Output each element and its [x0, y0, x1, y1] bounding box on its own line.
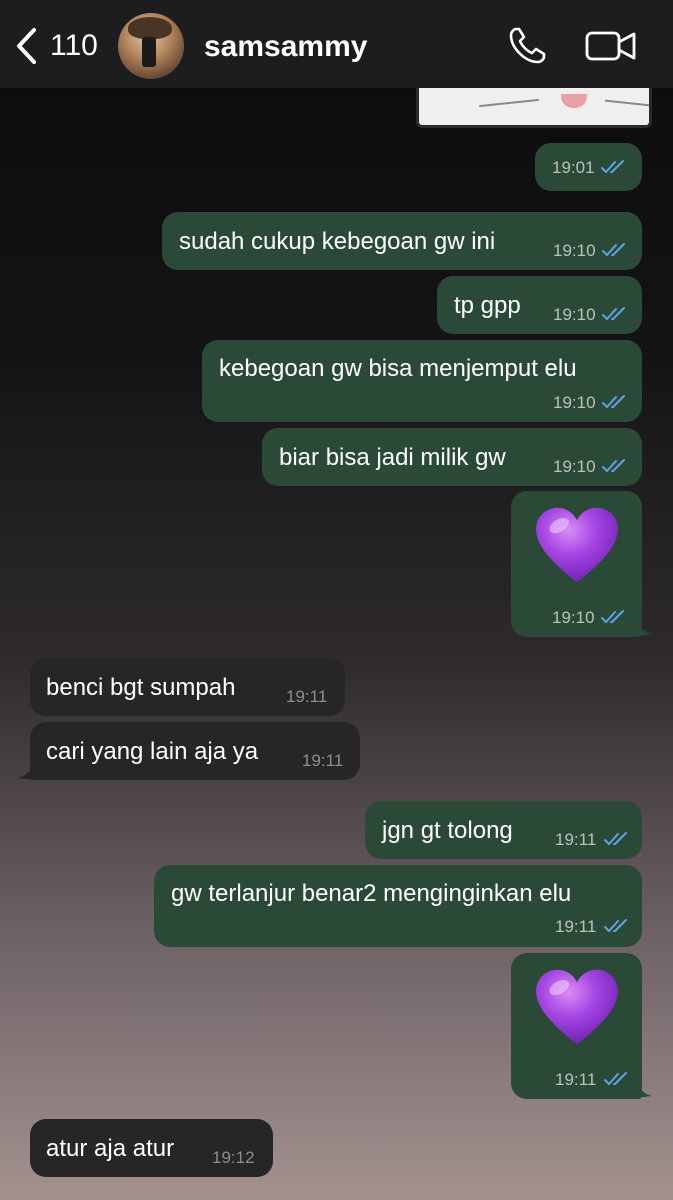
- message-time: 19:10: [553, 393, 596, 412]
- avatar-phone: [142, 37, 156, 67]
- emoji-message[interactable]: 19:10: [511, 491, 642, 637]
- double-check-icon: [602, 242, 628, 258]
- double-check-icon: [602, 458, 628, 474]
- message-bubble[interactable]: tp gpp 19:10: [437, 276, 642, 334]
- avatar-hair: [128, 17, 172, 39]
- message-time: 19:10: [553, 457, 596, 476]
- message-text: gw terlanjur benar2 menginginkan elu: [171, 880, 572, 907]
- back-button[interactable]: 110: [14, 26, 98, 66]
- message-time: 19:11: [302, 751, 344, 770]
- phone-icon[interactable]: [507, 26, 547, 66]
- message-text: atur aja atur: [46, 1135, 175, 1162]
- message-bubble[interactable]: kebegoan gw bisa menjemput elu 19:10: [202, 340, 642, 422]
- message-time: 19:11: [286, 687, 328, 706]
- emoji-message[interactable]: 19:11: [511, 953, 642, 1099]
- double-check-icon: [601, 609, 627, 625]
- bubble-tail: [18, 764, 34, 780]
- message-bubble[interactable]: sudah cukup kebegoan gw ini 19:10: [162, 212, 642, 270]
- message-time: 19:10: [553, 241, 596, 260]
- message-bubble[interactable]: benci bgt sumpah 19:11: [30, 658, 345, 716]
- message-time: 19:11: [555, 1070, 597, 1089]
- bubble-tail: [636, 620, 652, 636]
- purple-heart-icon: [532, 506, 622, 586]
- bubble-tail: [636, 1082, 652, 1098]
- double-check-icon: [604, 1071, 630, 1087]
- contact-name[interactable]: samsammy: [204, 30, 367, 64]
- message-text: kebegoan gw bisa menjemput elu: [219, 355, 577, 382]
- double-check-icon: [602, 394, 628, 410]
- message-bubble[interactable]: gw terlanjur benar2 menginginkan elu 19:…: [154, 865, 642, 947]
- purple-heart-icon: [532, 968, 622, 1048]
- video-camera-icon[interactable]: [585, 30, 637, 62]
- message-time: 19:10: [553, 305, 596, 324]
- message-text: sudah cukup kebegoan gw ini: [179, 228, 496, 255]
- message-bubble[interactable]: jgn gt tolong 19:11: [365, 801, 642, 859]
- message-text: benci bgt sumpah: [46, 674, 236, 701]
- chevron-left-icon: [17, 28, 36, 64]
- message-bubble[interactable]: 19:01: [535, 143, 642, 191]
- whisker: [479, 98, 539, 108]
- double-check-icon: [604, 918, 630, 934]
- message-bubble[interactable]: cari yang lain aja ya 19:11: [30, 722, 360, 780]
- double-check-icon: [601, 159, 627, 175]
- message-text: jgn gt tolong: [382, 817, 513, 844]
- whisker: [605, 99, 649, 107]
- message-time: 19:10: [552, 608, 595, 627]
- cat-nose: [561, 94, 587, 108]
- double-check-icon: [602, 306, 628, 322]
- message-time: 19:11: [555, 830, 597, 849]
- message-text: cari yang lain aja ya: [46, 738, 259, 765]
- message-time: 19:11: [555, 917, 597, 936]
- message-bubble[interactable]: biar bisa jadi milik gw 19:10: [262, 428, 642, 486]
- message-time: 19:01: [552, 158, 595, 177]
- message-bubble[interactable]: atur aja atur 19:12: [30, 1119, 273, 1177]
- unread-count: 110: [50, 29, 98, 62]
- message-text: tp gpp: [454, 292, 521, 319]
- chat-header: 110 samsammy: [0, 0, 673, 88]
- double-check-icon: [604, 831, 630, 847]
- message-text: biar bisa jadi milik gw: [279, 444, 506, 471]
- image-message[interactable]: [416, 88, 652, 128]
- message-time: 19:12: [212, 1148, 255, 1167]
- avatar[interactable]: [118, 13, 184, 79]
